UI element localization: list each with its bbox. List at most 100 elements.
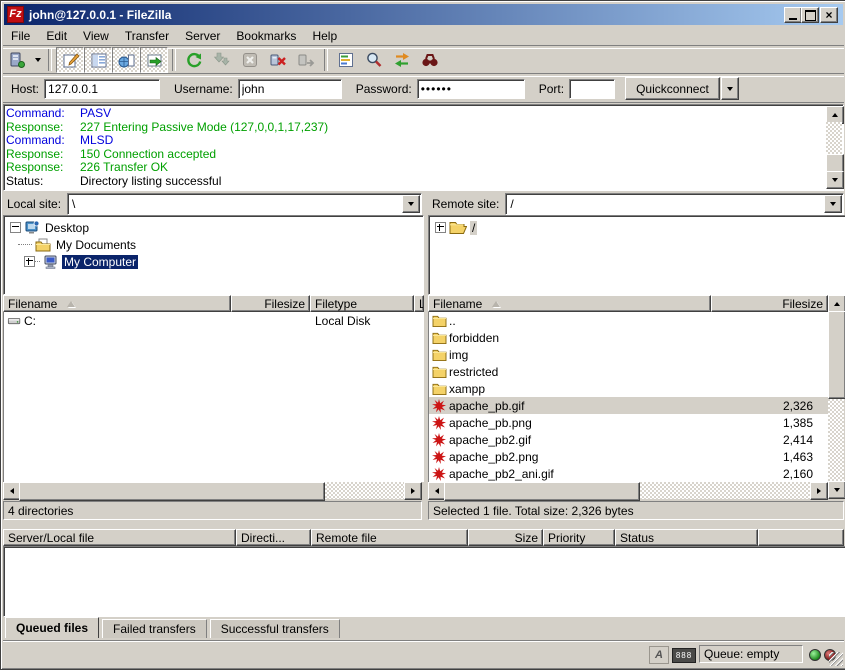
collapse-icon[interactable] bbox=[10, 222, 21, 233]
filter-button[interactable] bbox=[332, 47, 360, 73]
close-icon: × bbox=[825, 10, 832, 20]
remote-file-row[interactable]: apache_pb2.png 1,463 bbox=[429, 448, 829, 465]
column-header-filetype[interactable]: Filetype bbox=[310, 295, 414, 312]
column-header-last-modified[interactable]: L bbox=[414, 295, 424, 312]
close-button[interactable]: × bbox=[820, 7, 838, 23]
tab-successful-transfers[interactable]: Successful transfers bbox=[210, 619, 340, 638]
remote-site-combo[interactable]: / bbox=[505, 193, 844, 215]
local-file-row[interactable]: C: Local Disk bbox=[4, 312, 423, 329]
column-header-direction[interactable]: Directi... bbox=[236, 529, 311, 546]
menu-help[interactable]: Help bbox=[304, 27, 345, 45]
tree-item-my-computer[interactable]: My Computer bbox=[24, 253, 138, 270]
local-hscrollbar[interactable] bbox=[3, 482, 422, 499]
file-name: forbidden bbox=[449, 331, 703, 345]
host-input[interactable] bbox=[44, 79, 160, 99]
site-manager-button[interactable] bbox=[3, 47, 31, 73]
toggle-message-log-button[interactable] bbox=[56, 47, 84, 73]
menu-transfer[interactable]: Transfer bbox=[117, 27, 177, 45]
reconnect-button[interactable] bbox=[292, 47, 320, 73]
port-input[interactable] bbox=[569, 79, 615, 99]
scroll-right-button[interactable] bbox=[810, 482, 828, 500]
remote-file-row[interactable]: img bbox=[429, 346, 829, 363]
cancel-operation-button[interactable] bbox=[236, 47, 264, 73]
synchronized-browsing-button[interactable] bbox=[388, 47, 416, 73]
log-text: 227 Entering Passive Mode (127,0,0,1,17,… bbox=[80, 121, 328, 135]
find-files-button[interactable] bbox=[416, 47, 444, 73]
tree-label-selected[interactable]: My Computer bbox=[62, 255, 138, 269]
tree-label[interactable]: My Documents bbox=[54, 238, 138, 252]
toggle-remote-tree-button[interactable] bbox=[112, 47, 140, 73]
queue-header: Server/Local file Directi... Remote file… bbox=[3, 529, 844, 546]
column-header-filesize[interactable]: Filesize bbox=[231, 295, 310, 312]
column-header-filename[interactable]: Filename bbox=[3, 295, 231, 312]
queue-list[interactable] bbox=[3, 546, 845, 617]
menu-bookmarks[interactable]: Bookmarks bbox=[228, 27, 304, 45]
menu-server[interactable]: Server bbox=[177, 27, 228, 45]
file-name: img bbox=[449, 348, 703, 362]
column-header-remote-file[interactable]: Remote file bbox=[311, 529, 468, 546]
file-name: apache_pb2_ani.gif bbox=[449, 467, 703, 481]
password-input[interactable] bbox=[417, 79, 525, 99]
column-header-size[interactable]: Size bbox=[468, 529, 543, 546]
scroll-thumb[interactable] bbox=[444, 482, 640, 501]
column-header-filesize[interactable]: Filesize bbox=[711, 295, 828, 312]
column-header-server-local-file[interactable]: Server/Local file bbox=[3, 529, 236, 546]
file-name: apache_pb.gif bbox=[449, 399, 703, 413]
tree-label-selected[interactable]: / bbox=[470, 221, 477, 235]
remote-file-row[interactable]: restricted bbox=[429, 363, 829, 380]
toggle-local-tree-button[interactable] bbox=[84, 47, 112, 73]
remote-file-row[interactable]: forbidden bbox=[429, 329, 829, 346]
expand-icon[interactable] bbox=[435, 222, 446, 233]
tree-item-desktop[interactable]: Desktop bbox=[10, 219, 91, 236]
column-header-priority[interactable]: Priority bbox=[543, 529, 615, 546]
toggle-transfer-queue-button[interactable] bbox=[140, 47, 168, 73]
refresh-button[interactable] bbox=[180, 47, 208, 73]
disconnect-button[interactable] bbox=[264, 47, 292, 73]
menu-view[interactable]: View bbox=[75, 27, 117, 45]
column-label: Status bbox=[620, 531, 654, 545]
tree-item-my-documents[interactable]: My Documents bbox=[18, 236, 138, 253]
column-header-status[interactable]: Status bbox=[615, 529, 758, 546]
remote-file-row[interactable]: .. bbox=[429, 312, 829, 329]
message-log-icon bbox=[62, 52, 80, 70]
compare-directories-button[interactable] bbox=[360, 47, 388, 73]
resize-grip[interactable] bbox=[829, 652, 843, 666]
remote-file-row-selected[interactable]: apache_pb.gif 2,326 bbox=[429, 397, 829, 414]
scroll-down-button[interactable] bbox=[828, 481, 845, 499]
process-queue-button[interactable] bbox=[208, 47, 236, 73]
local-site-dropdown[interactable] bbox=[402, 195, 420, 213]
minimize-button[interactable] bbox=[784, 7, 802, 23]
drive-icon bbox=[6, 314, 22, 328]
tab-queued-files[interactable]: Queued files bbox=[5, 617, 99, 638]
column-header-filename[interactable]: Filename bbox=[428, 295, 711, 312]
remote-file-row[interactable]: xampp bbox=[429, 380, 829, 397]
activity-led-green bbox=[809, 649, 821, 661]
remote-vscrollbar[interactable] bbox=[828, 295, 844, 499]
scroll-right-button[interactable] bbox=[404, 482, 422, 500]
menu-edit[interactable]: Edit bbox=[38, 27, 75, 45]
transfer-type-icon[interactable]: A bbox=[649, 646, 669, 664]
log-scrollbar[interactable] bbox=[826, 106, 842, 189]
tree-item-root[interactable]: / bbox=[435, 219, 477, 236]
local-site-combo[interactable]: \ bbox=[67, 193, 422, 215]
username-input[interactable] bbox=[238, 79, 342, 99]
maximize-button[interactable] bbox=[801, 7, 819, 23]
remote-file-row[interactable]: apache_pb2.gif 2,414 bbox=[429, 431, 829, 448]
quickconnect-button[interactable]: Quickconnect bbox=[625, 77, 720, 100]
quickconnect-dropdown[interactable] bbox=[721, 77, 739, 100]
speed-limit-icon[interactable]: 888 bbox=[672, 648, 696, 663]
scroll-down-button[interactable] bbox=[826, 171, 844, 189]
scroll-thumb[interactable] bbox=[19, 482, 325, 501]
remote-site-dropdown[interactable] bbox=[824, 195, 842, 213]
image-file-icon bbox=[431, 399, 447, 413]
remote-file-row[interactable]: apache_pb.png 1,385 bbox=[429, 414, 829, 431]
menu-file[interactable]: File bbox=[3, 27, 38, 45]
scroll-thumb[interactable] bbox=[828, 311, 845, 399]
remote-file-row[interactable]: apache_pb2_ani.gif 2,160 bbox=[429, 465, 829, 482]
tree-label[interactable]: Desktop bbox=[43, 221, 91, 235]
expand-icon[interactable] bbox=[24, 256, 35, 267]
remote-hscrollbar[interactable] bbox=[428, 482, 828, 499]
file-name: apache_pb.png bbox=[449, 416, 703, 430]
site-manager-dropdown[interactable] bbox=[31, 48, 44, 72]
tab-failed-transfers[interactable]: Failed transfers bbox=[102, 619, 207, 638]
